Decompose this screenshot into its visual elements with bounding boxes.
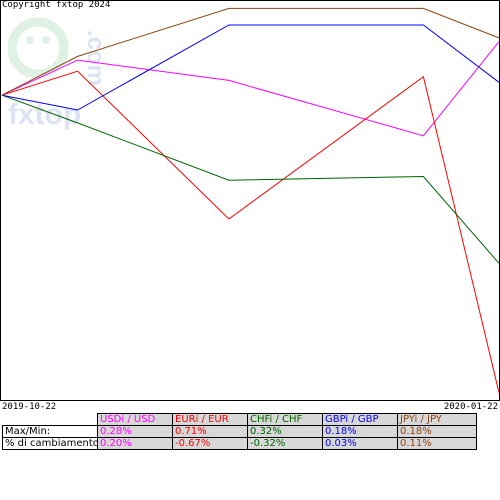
series-line-chfi-chf — [1, 94, 500, 264]
change-row: % di cambiamento: 0.20% -0.67% -0.32% 0.… — [2, 437, 477, 450]
legend-series-jpy: JPYi / JPY — [397, 413, 477, 426]
legend-stats-table: USDi / USD EURi / EUR CHFi / CHF GBPi / … — [2, 413, 477, 450]
series-line-euri-eur — [1, 70, 500, 393]
change-gbp: 0.03% — [322, 437, 398, 450]
series-layer — [1, 7, 500, 393]
x-tick-start: 2019-10-22 — [2, 402, 57, 412]
legend-series-usd: USDi / USD — [97, 413, 173, 426]
maxmin-usd: 0.28% — [97, 425, 173, 438]
legend-series-gbp: GBPi / GBP — [322, 413, 398, 426]
legend-series-eur: EURi / EUR — [172, 413, 248, 426]
change-chf: -0.32% — [247, 437, 323, 450]
maxmin-label: Max/Min: — [2, 425, 98, 438]
maxmin-row: Max/Min: 0.28% 0.71% 0.32% 0.18% 0.18% — [2, 425, 477, 438]
chart-plot — [0, 0, 500, 401]
maxmin-chf: 0.32% — [247, 425, 323, 438]
change-jpy: 0.11% — [397, 437, 477, 450]
change-usd: 0.20% — [97, 437, 173, 450]
maxmin-jpy: 0.18% — [397, 425, 477, 438]
legend-header-row: USDi / USD EURi / EUR CHFi / CHF GBPi / … — [2, 413, 477, 426]
change-eur: -0.67% — [172, 437, 248, 450]
x-tick-end: 2020-01-22 — [443, 402, 498, 412]
change-label: % di cambiamento: — [2, 437, 98, 450]
legend-series-chf: CHFi / CHF — [247, 413, 323, 426]
legend-corner — [2, 413, 98, 426]
maxmin-eur: 0.71% — [172, 425, 248, 438]
series-line-gbpi-gbp — [1, 24, 500, 111]
copyright-text: Copyright fxtop 2024 — [2, 0, 111, 10]
maxmin-gbp: 0.18% — [322, 425, 398, 438]
series-line-usdi-usd — [1, 41, 500, 137]
plot-border — [0, 0, 500, 401]
